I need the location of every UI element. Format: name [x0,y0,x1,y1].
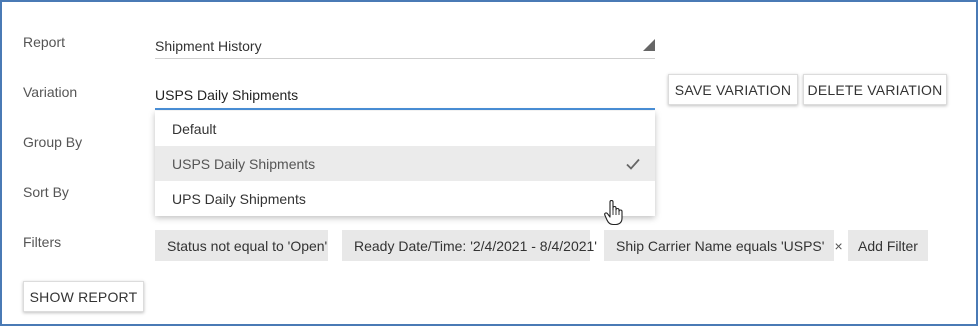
delete-variation-button[interactable]: DELETE VARIATION [803,74,947,105]
variation-input[interactable]: USPS Daily Shipments [155,80,655,110]
filter-chip-status[interactable]: Status not equal to 'Open' [155,230,328,261]
report-select[interactable]: Shipment History [155,30,655,59]
group-by-label: Group By [23,134,83,150]
filter-chip-label: Status not equal to 'Open' [167,237,328,254]
filter-chip-label: Ready Date/Time: '2/4/2021 - 8/4/2021' [354,237,597,254]
dropdown-option-usps-daily[interactable]: USPS Daily Shipments [155,146,655,226]
save-variation-button[interactable]: SAVE VARIATION [668,74,798,105]
checkmark-icon [626,158,640,170]
variation-input-value: USPS Daily Shipments [155,87,299,103]
report-label: Report [23,34,66,50]
dropdown-option-label: Default [172,121,217,137]
filters-label: Filters [23,234,62,250]
report-select-value: Shipment History [155,38,262,54]
show-report-button[interactable]: SHOW REPORT [23,281,144,312]
dropdown-option-label: USPS Daily Shipments [172,156,316,172]
dropdown-option-default[interactable]: Default [155,111,655,146]
filter-chip-ship-carrier[interactable]: Ship Carrier Name equals 'USPS' × [604,230,843,261]
filter-chip-ready-date[interactable]: Ready Date/Time: '2/4/2021 - 8/4/2021' [342,230,597,261]
sort-by-label: Sort By [23,184,69,200]
filter-chip-label: Ship Carrier Name equals 'USPS' [616,237,825,254]
report-panel: Report Shipment History Variation USPS D… [0,0,978,326]
variation-dropdown-menu: Default USPS Daily Shipments UPS Daily S… [155,111,655,226]
close-icon[interactable]: × [834,238,842,254]
add-filter-button[interactable]: Add Filter [848,230,928,261]
dropdown-arrow-icon [643,39,655,51]
dropdown-option-label: UPS Daily Shipments [172,191,306,207]
variation-label: Variation [23,84,78,100]
dropdown-option-ups-daily[interactable]: UPS Daily Shipments [155,181,655,216]
